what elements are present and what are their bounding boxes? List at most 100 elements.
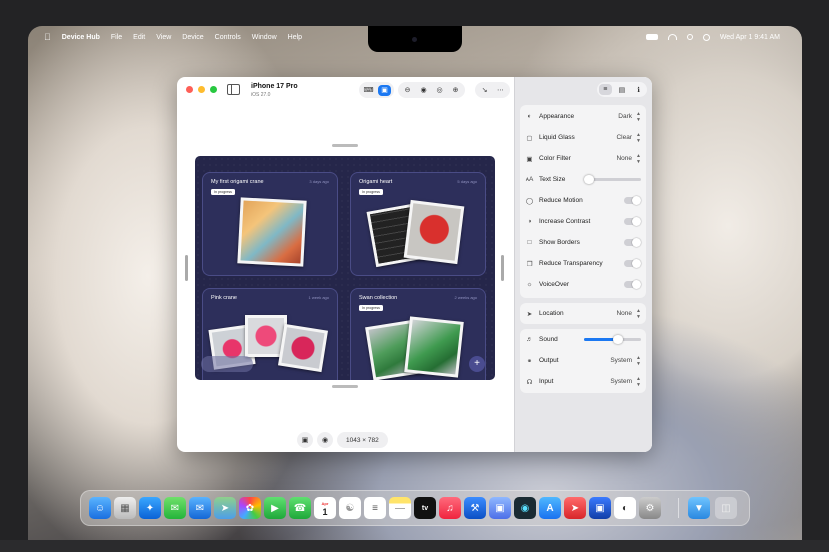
color-filter-value[interactable]: None [616,155,632,162]
status-badge: In progress [359,305,383,311]
downloads-folder-icon[interactable]: ▼ [688,497,710,519]
reminders-icon[interactable]: ≡ [364,497,386,519]
output-row[interactable]: ⚭ Output System ▲ ▼ [520,350,646,371]
inspector-document-tab-icon[interactable]: ▤ [615,84,628,95]
wifi-icon[interactable] [667,34,677,40]
screenshot-icon[interactable]: ▣ [297,432,313,448]
display-settings-group: ◐ Appearance Dark ▲ ▼ ▢ Liquid Glass Clea… [520,105,646,298]
output-value[interactable]: System [610,357,632,364]
input-value[interactable]: System [610,378,632,385]
rocket-app-icon[interactable]: ➤ [564,497,586,519]
reduce-motion-toggle[interactable] [624,196,641,205]
status-badge: In progress [211,189,235,195]
menu-file[interactable]: File [111,34,122,41]
project-card[interactable]: My first origami crane 3 days ago In pro… [202,172,338,276]
text-size-slider-knob[interactable] [583,175,594,184]
screen-fit-icon[interactable]: ▣ [378,84,391,96]
activity-monitor-icon[interactable]: ◐ [614,497,636,519]
menu-help[interactable]: Help [288,34,302,41]
messages-icon[interactable]: ✉ [164,497,186,519]
phone-icon[interactable]: ☎ [289,497,311,519]
menu-edit[interactable]: Edit [133,34,145,41]
voiceover-toggle[interactable] [624,280,641,289]
zoom-out-icon[interactable]: ⊖ [401,85,414,96]
finder-icon[interactable]: ☺ [89,497,111,519]
text-size-slider[interactable] [583,175,641,184]
increase-contrast-label: Increase Contrast [539,218,591,225]
control-center-icon[interactable] [702,33,710,41]
calendar-icon[interactable]: Apr 1 [314,497,336,519]
top-resize-handle[interactable] [332,144,358,147]
instruments-icon[interactable]: ◉ [514,497,536,519]
safari-icon[interactable]: ✦ [139,497,161,519]
zoom-in-icon[interactable]: ⊕ [449,85,462,96]
minimize-window-button[interactable] [198,86,205,93]
device-preview[interactable]: My first origami crane 3 days ago In pro… [195,156,495,380]
add-project-button[interactable]: + [469,356,485,372]
device-hub-icon[interactable]: ▣ [489,497,511,519]
tv-label: tv [421,504,429,512]
chevron-updown-icon: ▲ ▼ [636,354,641,367]
project-card[interactable]: Swan collection 2 weeks ago In progress [350,288,486,380]
left-resize-handle[interactable] [185,255,188,281]
collapse-arrows-icon[interactable]: ↘ [478,85,491,96]
desktop:  Device Hub File Edit View Device Contr… [0,0,829,552]
music-icon[interactable]: ♫ [439,497,461,519]
reduce-transparency-toggle[interactable] [624,259,641,268]
zoom-fit-icon[interactable]: ◎ [433,85,446,96]
window-toolbar: iPhone 17 Pro iOS 27.0 ⌨ ▣ ⊖ ◉ ◎ ⊕ ↘ ⋯ [177,77,514,105]
menu-window[interactable]: Window [252,34,277,41]
app-tab-bar[interactable] [201,356,253,372]
menu-clock[interactable]: Wed Apr 1 9:41 AM [720,34,780,41]
location-value[interactable]: None [616,310,632,317]
battery-icon[interactable] [645,34,658,40]
trash-icon[interactable]: ◫ [715,497,737,519]
zoom-actual-icon[interactable]: ◉ [417,85,430,96]
simulator-icon[interactable]: ▣ [589,497,611,519]
inspector-info-tab-icon[interactable]: ℹ [632,84,645,95]
keyboard-icon[interactable]: ⌨ [362,85,375,96]
menu-app-name[interactable]: Device Hub [62,34,100,41]
apple-menu-icon[interactable]:  [44,32,51,42]
sound-slider-knob[interactable] [613,335,624,344]
card-title: Pink crane [211,295,237,301]
close-window-button[interactable] [186,86,193,93]
text-size-icon: ᴀA [525,176,534,183]
card-title: Origami heart [359,179,393,185]
menu-view[interactable]: View [156,34,171,41]
microphone-icon: ☊ [526,378,533,386]
appearance-value[interactable]: Dark [618,113,632,120]
increase-contrast-toggle[interactable] [624,217,641,226]
apple-tv-icon[interactable]: tv [414,497,436,519]
notes-icon[interactable]: — [389,497,411,519]
record-icon[interactable]: ◉ [317,432,333,448]
facetime-icon[interactable]: ▶ [264,497,286,519]
system-settings-icon[interactable]: ⚙ [639,497,661,519]
contacts-icon[interactable]: ☯ [339,497,361,519]
bottom-resize-handle[interactable] [332,385,358,388]
app-store-icon[interactable]: A [539,497,561,519]
xcode-icon[interactable]: ⚒ [464,497,486,519]
screen:  Device Hub File Edit View Device Contr… [28,26,802,552]
launchpad-icon[interactable]: ▦ [114,497,136,519]
sound-slider[interactable] [584,335,641,344]
project-card[interactable]: Origami heart 5 days ago In progress [350,172,486,276]
mail-icon[interactable]: ✉ [189,497,211,519]
more-options-icon[interactable]: ⋯ [494,85,507,96]
liquid-glass-row[interactable]: ▢ Liquid Glass Clear ▲ ▼ [520,127,646,148]
menu-controls[interactable]: Controls [215,34,241,41]
menu-device[interactable]: Device [182,34,203,41]
maps-icon[interactable]: ➤ [214,497,236,519]
color-filter-row[interactable]: ▣ Color Filter None ▲ ▼ [520,148,646,169]
liquid-glass-value[interactable]: Clear [616,134,632,141]
zoom-window-button[interactable] [210,86,217,93]
location-row[interactable]: ➤ Location None ▲ ▼ [520,303,646,324]
appearance-row[interactable]: ◐ Appearance Dark ▲ ▼ [520,106,646,127]
right-resize-handle[interactable] [501,255,504,281]
show-borders-toggle[interactable] [624,238,641,247]
input-row[interactable]: ☊ Input System ▲ ▼ [520,371,646,392]
sidebar-toggle-icon[interactable] [227,84,240,95]
photos-icon[interactable]: ✿ [239,497,261,519]
inspector-settings-tab-icon[interactable]: ≡ [598,84,612,95]
spotlight-search-icon[interactable] [686,34,693,40]
